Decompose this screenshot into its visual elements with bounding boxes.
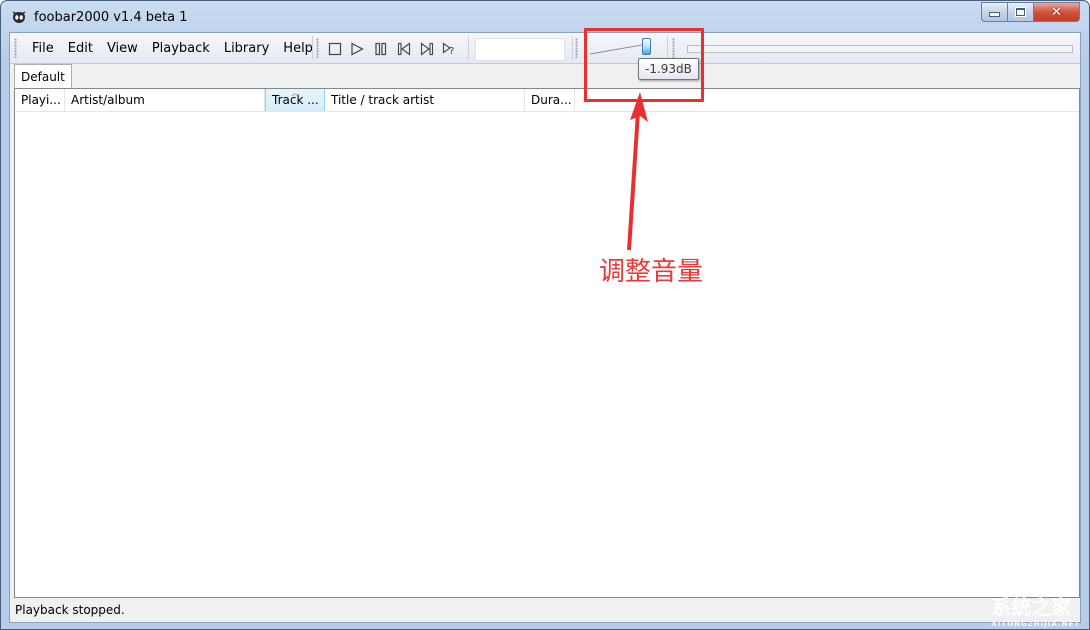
toolbar-grip[interactable] bbox=[575, 38, 578, 58]
menu-library[interactable]: Library bbox=[217, 41, 276, 56]
toolbar-grip[interactable] bbox=[316, 38, 319, 58]
toolbar-separator bbox=[312, 36, 313, 60]
watermark-subtext: XITONGZHIJIA.NET bbox=[991, 620, 1080, 628]
menu-file[interactable]: File bbox=[25, 41, 61, 56]
volume-tooltip-text: -1.93dB bbox=[645, 62, 692, 76]
tab-label: Default bbox=[21, 69, 65, 84]
playlist-tab-default[interactable]: Default bbox=[14, 64, 72, 88]
maximize-button[interactable] bbox=[1008, 2, 1034, 22]
column-artist-album[interactable]: Artist/album bbox=[65, 89, 265, 111]
previous-icon[interactable] bbox=[397, 42, 411, 56]
watermark-text: 系统之家 bbox=[991, 595, 1072, 619]
app-window: foobar2000 v1.4 beta 1 ✕ File Edit View … bbox=[0, 0, 1090, 630]
spectrum-visualizer bbox=[475, 38, 565, 61]
menu-view[interactable]: View bbox=[100, 41, 145, 56]
next-icon[interactable] bbox=[420, 42, 434, 56]
column-track-number[interactable]: ︿ Track ... bbox=[265, 89, 325, 111]
volume-tooltip: -1.93dB bbox=[638, 58, 699, 80]
column-label: Title / track artist bbox=[331, 93, 435, 107]
close-button[interactable]: ✕ bbox=[1034, 2, 1080, 22]
menu-help[interactable]: Help bbox=[276, 41, 320, 56]
client-area: File Edit View Playback Library Help ? D… bbox=[9, 32, 1081, 623]
status-bar: Playback stopped. bbox=[14, 600, 1080, 620]
foobar-app-icon bbox=[12, 11, 26, 23]
close-icon: ✕ bbox=[1051, 4, 1062, 20]
toolbar-separator bbox=[468, 36, 469, 60]
minimize-button[interactable] bbox=[981, 2, 1008, 22]
sort-ascending-icon: ︿ bbox=[291, 89, 299, 97]
column-label: Playi... bbox=[21, 93, 61, 107]
random-icon[interactable]: ? bbox=[442, 42, 456, 56]
column-duration[interactable]: Dura... bbox=[525, 89, 575, 111]
window-title: foobar2000 v1.4 beta 1 bbox=[34, 10, 188, 25]
menu-playback[interactable]: Playback bbox=[145, 41, 217, 56]
svg-text:?: ? bbox=[449, 46, 454, 56]
menu-edit[interactable]: Edit bbox=[61, 41, 100, 56]
annotation-label: 调整音量 bbox=[599, 257, 704, 287]
column-label: Artist/album bbox=[71, 93, 145, 107]
column-title[interactable]: Title / track artist bbox=[325, 89, 525, 111]
watermark: 系统之家 XITONGZHIJIA.NET bbox=[991, 591, 1080, 628]
toolbar-grip[interactable] bbox=[14, 38, 17, 58]
status-text: Playback stopped. bbox=[15, 603, 125, 617]
seek-bar[interactable] bbox=[687, 45, 1073, 53]
minimize-icon bbox=[989, 12, 1000, 17]
title-bar[interactable]: foobar2000 v1.4 beta 1 ✕ bbox=[1, 1, 1089, 33]
maximize-icon bbox=[1016, 8, 1025, 16]
play-icon[interactable] bbox=[350, 42, 364, 56]
menu-bar: File Edit View Playback Library Help bbox=[25, 33, 320, 63]
column-label: Dura... bbox=[531, 93, 572, 107]
toolbar: File Edit View Playback Library Help ? bbox=[10, 33, 1080, 64]
column-playing[interactable]: Playi... bbox=[15, 89, 65, 111]
playlist-tabs: Default bbox=[10, 64, 1080, 88]
stop-icon[interactable] bbox=[328, 42, 342, 56]
pause-icon[interactable] bbox=[374, 42, 388, 56]
column-header: Playi... Artist/album ︿ Track ... Title … bbox=[15, 89, 1079, 112]
toolbar-separator bbox=[572, 36, 573, 60]
playlist-view[interactable]: Playi... Artist/album ︿ Track ... Title … bbox=[14, 88, 1080, 598]
